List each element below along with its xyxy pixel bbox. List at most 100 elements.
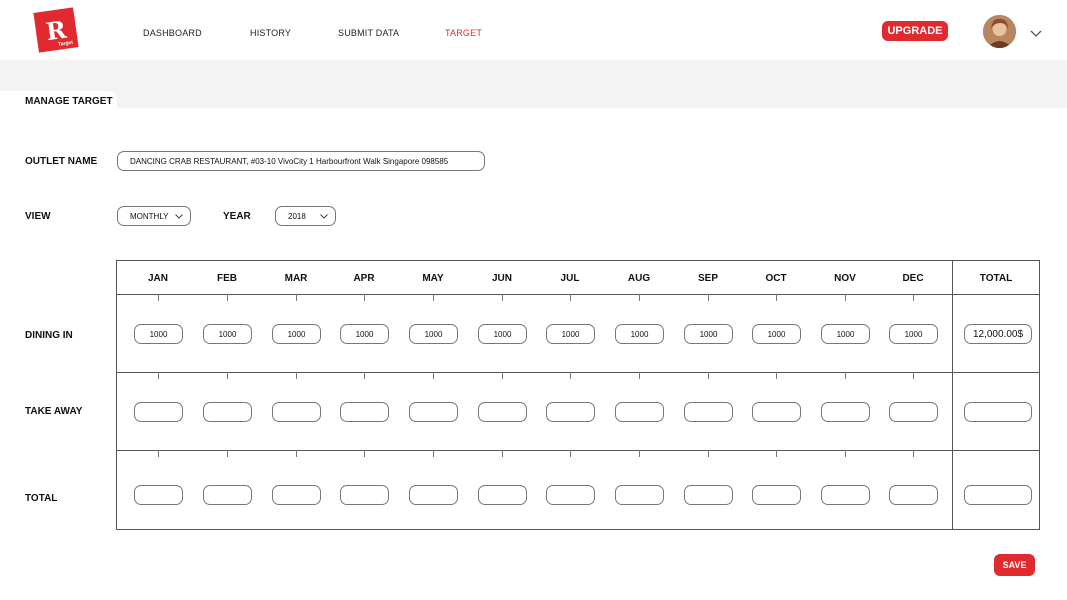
cell-input-dining-in-jul[interactable]: 1000	[546, 324, 595, 344]
outlet-name-label: OUTLET NAME	[25, 156, 98, 167]
column-tick	[158, 372, 159, 379]
column-tick	[845, 372, 846, 379]
column-tick	[639, 450, 640, 457]
cell-input-take-away-nov[interactable]	[821, 402, 870, 422]
total-column-divider	[952, 261, 953, 529]
cell-input-dining-in-apr[interactable]: 1000	[340, 324, 389, 344]
cell-input-take-away-apr[interactable]	[340, 402, 389, 422]
column-tick	[776, 450, 777, 457]
cell-input-take-away-dec[interactable]	[889, 402, 938, 422]
view-label: VIEW	[25, 211, 51, 222]
top-header: R Target DASHBOARD HISTORY SUBMIT DATA T…	[0, 0, 1067, 60]
nav-history[interactable]: HISTORY	[250, 28, 291, 38]
cell-input-take-away-sep[interactable]	[684, 402, 733, 422]
cell-input-dining-in-feb[interactable]: 1000	[203, 324, 252, 344]
chevron-down-icon	[175, 214, 183, 219]
cell-input-total-aug[interactable]	[615, 485, 664, 505]
column-tick	[296, 450, 297, 457]
total-input-take-away[interactable]	[964, 402, 1032, 422]
tab-manage-target[interactable]: MANAGE TARGET	[0, 91, 117, 111]
cell-input-dining-in-mar[interactable]: 1000	[272, 324, 321, 344]
cell-input-total-may[interactable]	[409, 485, 458, 505]
cell-input-total-jun[interactable]	[478, 485, 527, 505]
column-tick	[158, 294, 159, 301]
user-avatar[interactable]	[983, 15, 1016, 48]
year-label: YEAR	[223, 211, 251, 222]
cell-input-dining-in-sep[interactable]: 1000	[684, 324, 733, 344]
cell-input-dining-in-dec[interactable]: 1000	[889, 324, 938, 344]
cell-input-dining-in-oct[interactable]: 1000	[752, 324, 801, 344]
view-select-value: MONTHLY	[130, 211, 169, 221]
column-header-jan: JAN	[147, 272, 168, 284]
column-tick	[227, 294, 228, 301]
column-tick	[639, 372, 640, 379]
column-tick	[296, 294, 297, 301]
column-tick	[296, 372, 297, 379]
app-logo[interactable]: R Target	[33, 7, 79, 53]
logo-subtext: Target	[57, 39, 74, 48]
column-header-dec: DEC	[902, 272, 924, 284]
view-select[interactable]: MONTHLY	[117, 206, 191, 226]
column-tick	[433, 372, 434, 379]
cell-input-total-apr[interactable]	[340, 485, 389, 505]
cell-input-total-jul[interactable]	[546, 485, 595, 505]
cell-input-total-feb[interactable]	[203, 485, 252, 505]
column-tick	[913, 372, 914, 379]
cell-input-dining-in-jan[interactable]: 1000	[134, 324, 183, 344]
chevron-down-icon	[320, 214, 328, 219]
outlet-name-field[interactable]: DANCING CRAB RESTAURANT, #03-10 VivoCity…	[117, 151, 485, 171]
column-tick	[570, 372, 571, 379]
row-label-total: TOTAL	[25, 493, 58, 504]
save-button[interactable]: SAVE	[994, 554, 1035, 576]
cell-input-take-away-aug[interactable]	[615, 402, 664, 422]
row-label-take-away: TAKE AWAY	[25, 406, 83, 417]
column-tick	[502, 294, 503, 301]
column-tick	[433, 450, 434, 457]
cell-input-take-away-feb[interactable]	[203, 402, 252, 422]
cell-input-total-oct[interactable]	[752, 485, 801, 505]
nav-target[interactable]: TARGET	[445, 28, 482, 38]
cell-input-take-away-may[interactable]	[409, 402, 458, 422]
column-tick	[502, 450, 503, 457]
cell-input-total-nov[interactable]	[821, 485, 870, 505]
column-header-jul: JUL	[560, 272, 580, 284]
column-header-aug: AUG	[627, 272, 651, 284]
cell-input-total-dec[interactable]	[889, 485, 938, 505]
chevron-down-icon[interactable]	[1030, 30, 1042, 38]
cell-input-take-away-jun[interactable]	[478, 402, 527, 422]
row-divider	[117, 450, 1039, 451]
total-input-total[interactable]	[964, 485, 1032, 505]
cell-input-total-sep[interactable]	[684, 485, 733, 505]
target-table: TOTAL JAN FEB MAR APR MAY JUN JUL AUG SEP OCT NOV D…	[116, 260, 1040, 530]
column-header-jun: JUN	[491, 272, 512, 284]
cell-input-dining-in-may[interactable]: 1000	[409, 324, 458, 344]
column-tick	[433, 294, 434, 301]
cell-input-dining-in-nov[interactable]: 1000	[821, 324, 870, 344]
cell-input-dining-in-jun[interactable]: 1000	[478, 324, 527, 344]
column-tick	[708, 294, 709, 301]
upgrade-button[interactable]: UPGRADE	[882, 21, 948, 41]
column-tick	[227, 450, 228, 457]
cell-input-take-away-jan[interactable]	[134, 402, 183, 422]
nav-dashboard[interactable]: DASHBOARD	[143, 28, 202, 38]
column-tick	[570, 294, 571, 301]
nav-submit-data[interactable]: SUBMIT DATA	[338, 28, 399, 38]
column-tick	[639, 294, 640, 301]
year-select[interactable]: 2018	[275, 206, 336, 226]
column-tick	[776, 372, 777, 379]
row-divider	[117, 372, 1039, 373]
column-tick	[364, 294, 365, 301]
column-header-oct: OCT	[765, 272, 787, 284]
cell-input-take-away-oct[interactable]	[752, 402, 801, 422]
column-tick	[708, 372, 709, 379]
total-input-dining-in[interactable]: 12,000.00$	[964, 324, 1032, 344]
column-header-mar: MAR	[284, 272, 308, 284]
column-header-feb: FEB	[217, 272, 237, 284]
cell-input-take-away-mar[interactable]	[272, 402, 321, 422]
cell-input-total-mar[interactable]	[272, 485, 321, 505]
subheader-band	[0, 60, 1067, 108]
cell-input-total-jan[interactable]	[134, 485, 183, 505]
year-select-value: 2018	[288, 211, 306, 221]
cell-input-take-away-jul[interactable]	[546, 402, 595, 422]
cell-input-dining-in-aug[interactable]: 1000	[615, 324, 664, 344]
